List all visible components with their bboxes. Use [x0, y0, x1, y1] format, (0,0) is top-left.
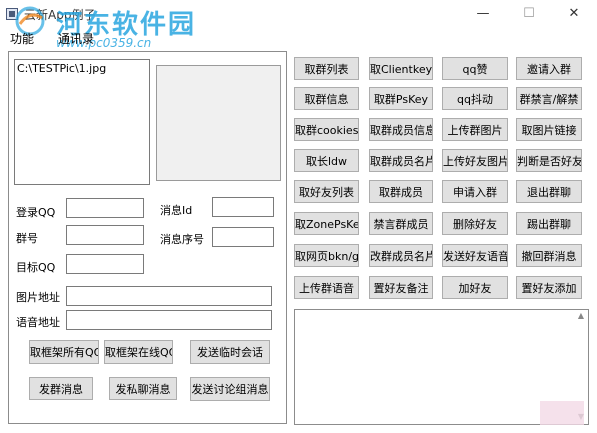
- api-button[interactable]: 取群PsKey: [369, 87, 433, 110]
- api-button[interactable]: 置好友添加: [516, 276, 582, 299]
- api-button[interactable]: 群禁言/解禁: [516, 87, 582, 110]
- minimize-button[interactable]: —: [460, 0, 506, 28]
- voice-url-input[interactable]: [66, 310, 272, 330]
- login-qq-input[interactable]: [66, 198, 144, 218]
- voice-url-label: 语音地址: [16, 316, 60, 329]
- image-preview: [156, 65, 281, 181]
- send-private-msg-button[interactable]: 发私聊消息: [109, 377, 177, 400]
- api-button[interactable]: 撤回群消息: [516, 244, 582, 267]
- api-button[interactable]: 取ZonePsKey: [294, 212, 359, 235]
- api-button[interactable]: 邀请入群: [516, 57, 582, 80]
- group-label: 群号: [16, 232, 38, 245]
- api-button[interactable]: 取Clientkey: [369, 57, 433, 80]
- api-button[interactable]: 取群信息: [294, 87, 359, 110]
- maximize-button[interactable]: ☐: [506, 0, 552, 28]
- api-button[interactable]: 取群cookies: [294, 118, 359, 141]
- api-button[interactable]: 改群成员名片: [369, 244, 433, 267]
- group-input[interactable]: [66, 225, 144, 245]
- list-item[interactable]: C:\TESTPic\1.jpg: [17, 62, 106, 75]
- api-button[interactable]: qq赞: [442, 57, 508, 80]
- api-button[interactable]: 取群成员名片: [369, 149, 433, 172]
- msg-seq-label: 消息序号: [160, 233, 204, 246]
- target-qq-label: 目标QQ: [16, 261, 56, 274]
- api-button[interactable]: 踢出群聊: [516, 212, 582, 235]
- api-button[interactable]: 取群成员: [369, 180, 433, 203]
- tab-functions[interactable]: 功能: [4, 30, 40, 48]
- target-qq-input[interactable]: [66, 254, 144, 274]
- api-button[interactable]: 取群列表: [294, 57, 359, 80]
- close-button[interactable]: ✕: [551, 0, 597, 28]
- image-url-label: 图片地址: [16, 291, 60, 304]
- get-online-qq-button[interactable]: 取框架在线QQ: [104, 340, 173, 364]
- api-button[interactable]: 禁言群成员: [369, 212, 433, 235]
- api-button[interactable]: 发送好友语音: [442, 244, 508, 267]
- api-button[interactable]: 取群成员信息: [369, 118, 433, 141]
- api-button[interactable]: 取好友列表: [294, 180, 359, 203]
- send-discussion-msg-button[interactable]: 发送讨论组消息: [190, 377, 270, 401]
- image-url-input[interactable]: [66, 286, 272, 306]
- file-list[interactable]: C:\TESTPic\1.jpg: [14, 59, 150, 185]
- api-button[interactable]: 加好友: [442, 276, 508, 299]
- send-group-msg-button[interactable]: 发群消息: [29, 377, 93, 400]
- tab-contacts[interactable]: 通讯录: [52, 30, 100, 48]
- msg-id-label: 消息Id: [160, 204, 193, 217]
- api-button[interactable]: 取图片链接: [516, 118, 582, 141]
- msg-id-input[interactable]: [212, 197, 274, 217]
- watermark-corner-logo: [540, 401, 584, 425]
- send-temp-session-button[interactable]: 发送临时会话: [190, 340, 270, 364]
- login-qq-label: 登录QQ: [16, 206, 56, 219]
- api-button[interactable]: qq抖动: [442, 87, 508, 110]
- api-button[interactable]: 上传好友图片: [442, 149, 508, 172]
- api-button[interactable]: 取长ldw: [294, 149, 359, 172]
- api-button[interactable]: 上传群图片: [442, 118, 508, 141]
- msg-seq-input[interactable]: [212, 227, 274, 247]
- api-button[interactable]: 上传群语音: [294, 276, 359, 299]
- api-button[interactable]: 退出群聊: [516, 180, 582, 203]
- api-button[interactable]: 置好友备注: [369, 276, 433, 299]
- get-all-qq-button[interactable]: 取框架所有QQ: [29, 340, 99, 364]
- api-button[interactable]: 申请入群: [442, 180, 508, 203]
- api-button[interactable]: 取网页bkn/gtk: [294, 244, 359, 267]
- scroll-up-icon[interactable]: ▲: [576, 311, 586, 321]
- api-button[interactable]: 判断是否好友: [516, 149, 582, 172]
- api-button[interactable]: 删除好友: [442, 212, 508, 235]
